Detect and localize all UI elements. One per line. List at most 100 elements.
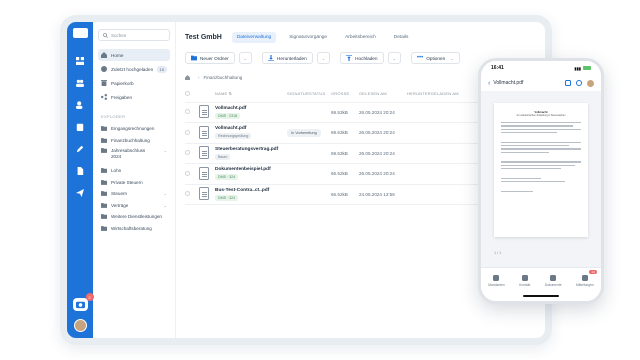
select-all-checkbox[interactable]	[185, 90, 190, 96]
send-icon[interactable]	[76, 189, 84, 197]
folder-icon	[101, 225, 107, 231]
file-name-cell[interactable]: Vollmacht.pdf Rechnungsprüfung	[215, 122, 287, 144]
phone-tab-messages[interactable]: 10 Mitteilungen	[575, 270, 597, 287]
file-name[interactable]: Dokumentenbeispiel.pdf	[215, 167, 287, 172]
marketing-stage: 2 Suchen Home Zuletzt hochgeladen 15 Pap…	[0, 0, 640, 360]
signature-status-cell	[287, 143, 331, 164]
doc-text-line	[501, 122, 581, 124]
read-date-cell: 26.05.2024 20:24	[359, 102, 407, 123]
row-select-cell[interactable]	[185, 122, 199, 144]
upload-button[interactable]: Hochladen	[340, 52, 384, 64]
dashboard-icon[interactable]	[76, 57, 84, 65]
chevron-down-icon[interactable]: ⌄	[164, 148, 167, 153]
file-name-cell[interactable]: Vollmacht.pdf DMS · 2318	[215, 102, 287, 123]
row-select-cell[interactable]	[185, 102, 199, 123]
sidebar-item-label: Papierkorb	[111, 80, 134, 86]
folder-item[interactable]: Jahresabschluss 2024 ⌄	[98, 146, 170, 165]
share-icon[interactable]	[565, 80, 571, 86]
app-logo[interactable]	[72, 28, 88, 38]
sidebar-item-shares[interactable]: Freigaben	[98, 91, 170, 103]
info-icon[interactable]	[576, 80, 582, 86]
camera-icon	[75, 301, 85, 309]
pdf-file-icon	[199, 146, 209, 160]
camera-button[interactable]: 2	[72, 293, 94, 311]
file-name-cell[interactable]: Bus-Test-Contra..ct..pdf DMS · 324	[215, 184, 287, 205]
upload-dropdown[interactable]: ⌄	[387, 52, 401, 64]
options-button[interactable]: ••• Optionen ⌄	[410, 52, 460, 64]
tab-signatures[interactable]: Signaturvorgänge	[284, 32, 332, 43]
row-checkbox[interactable]	[185, 170, 190, 176]
row-checkbox[interactable]	[185, 109, 190, 115]
folder-item[interactable]: Private Steuern	[98, 177, 170, 189]
phone-tab-documents[interactable]: Dokumente	[545, 275, 562, 287]
file-name[interactable]: Bus-Test-Contra..ct..pdf	[215, 188, 287, 193]
column-size[interactable]: GRÖSSE	[331, 86, 359, 103]
clipboard-icon[interactable]	[76, 123, 84, 131]
column-name[interactable]: NAME ⇅	[215, 86, 287, 103]
folder-item[interactable]: Lohn	[98, 165, 170, 177]
sidebar-item-label: Freigaben	[111, 94, 133, 100]
sidebar-item-recent[interactable]: Zuletzt hochgeladen 15	[98, 63, 170, 75]
folder-item[interactable]: Steuern ⌄	[98, 188, 170, 200]
tab-file-management[interactable]: Dateiverwaltung	[231, 31, 277, 43]
row-checkbox[interactable]	[185, 150, 190, 156]
row-select-cell[interactable]	[185, 163, 199, 185]
sidebar-item-label: Zuletzt hochgeladen	[111, 66, 154, 72]
doc-gap	[501, 184, 581, 188]
avatar[interactable]	[587, 79, 594, 87]
phone-tab-clients[interactable]: Mandanten	[488, 275, 505, 287]
document-icon[interactable]	[76, 167, 84, 175]
home-icon[interactable]	[185, 74, 190, 80]
row-select-cell[interactable]	[185, 143, 199, 164]
doc-text-line	[501, 125, 573, 127]
file-name[interactable]: Vollmacht.pdf	[215, 106, 287, 111]
download-button[interactable]: Herunterladen	[262, 52, 313, 64]
users-icon[interactable]	[76, 79, 84, 87]
folder-item[interactable]: Wirtschaftsberatung	[98, 223, 170, 235]
signal-indicators: ▮▮▮	[574, 66, 591, 71]
file-name[interactable]: Vollmacht.pdf	[215, 126, 287, 131]
folder-item[interactable]: Eingangsrechnungen	[98, 123, 170, 135]
column-read[interactable]: GELESEN AM	[359, 86, 407, 103]
doc-text-line	[501, 148, 581, 150]
doc-text-line	[501, 161, 581, 163]
tab-workspace[interactable]: Arbeitsbereich	[340, 32, 381, 43]
breadcrumb-current[interactable]: Finanzbuchhaltung	[204, 75, 243, 80]
download-dropdown[interactable]: ⌄	[316, 52, 331, 64]
messages-badge: 10	[589, 270, 597, 274]
row-checkbox[interactable]	[185, 191, 190, 197]
row-select-cell[interactable]	[185, 184, 199, 205]
phone-screen: 16:41 ▮▮▮ ‹ Vollmacht.pdf Vollmacht zur …	[481, 61, 601, 301]
search-input[interactable]: Suchen	[98, 29, 170, 41]
folder-item[interactable]: Weitere Dienstleistungen	[98, 211, 170, 223]
phone-tab-label: Kontakt	[519, 283, 531, 287]
column-signature-status[interactable]: SIGNATURSTATUS	[287, 86, 331, 103]
chevron-right-icon: ›	[198, 74, 200, 80]
chevron-down-icon[interactable]: ⌄	[164, 191, 167, 196]
document-preview: Vollmacht zur elektronischen Zustellung …	[494, 103, 588, 237]
new-folder-dropdown[interactable]: ⌄	[238, 52, 253, 64]
chevron-down-icon[interactable]: ⌄	[164, 203, 167, 208]
file-name-cell[interactable]: Dokumentenbeispiel.pdf DMS · 324	[215, 163, 287, 185]
row-checkbox[interactable]	[185, 129, 190, 135]
documents-icon	[550, 275, 557, 281]
sidebar-item-home[interactable]: Home	[98, 49, 170, 61]
folder-item[interactable]: Finanzbuchhaltung	[98, 135, 170, 147]
file-icon-cell	[199, 184, 215, 205]
read-date-cell: 26.05.2024 20:24	[359, 143, 407, 164]
phone-tab-contact[interactable]: Kontakt	[519, 275, 530, 287]
folder-item[interactable]: Verträge ⌄	[98, 200, 170, 212]
select-all-cell[interactable]	[185, 86, 199, 103]
back-icon[interactable]: ‹	[488, 80, 490, 87]
user-avatar[interactable]	[73, 319, 87, 332]
contacts-icon[interactable]	[76, 101, 84, 109]
phone-tab-label: Mitteilungen	[575, 283, 594, 287]
new-folder-button[interactable]: Neuer Ordner	[185, 52, 235, 64]
file-name-cell[interactable]: Steuerberatungsvertrag.pdf Baum	[215, 143, 287, 164]
tab-details[interactable]: Details	[389, 32, 414, 43]
file-name[interactable]: Steuerberatungsvertrag.pdf	[215, 147, 287, 152]
sidebar-item-trash[interactable]: Papierkorb	[98, 77, 170, 89]
pen-icon[interactable]	[76, 145, 84, 153]
doc-text-line	[501, 164, 575, 166]
read-date-cell: 26.05.2024 20:24	[359, 122, 407, 144]
